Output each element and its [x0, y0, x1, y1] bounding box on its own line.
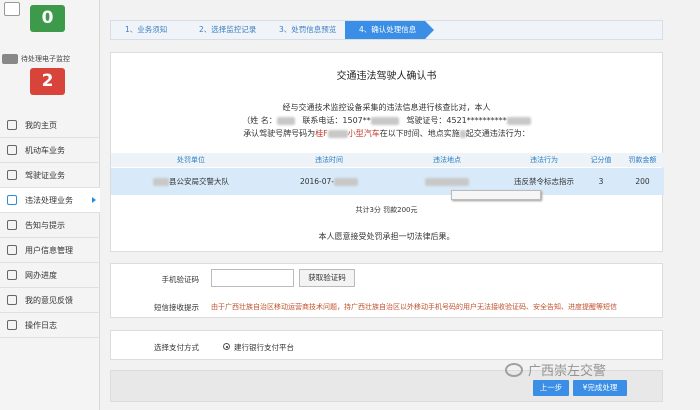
cell-points: 3 [598, 177, 604, 186]
sidebar-item-notice[interactable]: 告知与提示 [0, 213, 100, 238]
col-points: 记分值 [590, 156, 612, 164]
progress-icon [7, 270, 17, 280]
notice-line-2: （姓 名： 联系电话：1507** 驾驶证号：4521********** [111, 114, 662, 127]
name-label: （姓 名： [242, 116, 277, 125]
place-tooltip [451, 190, 541, 200]
payment-label: 选择支付方式 [154, 343, 199, 352]
sidebar-item-license[interactable]: 驾驶证业务 [0, 163, 100, 188]
redacted-time [334, 178, 359, 186]
watermark-text: 广西崇左交警 [528, 364, 607, 379]
camera-icon [7, 195, 17, 205]
sidebar-item-label: 用户信息管理 [25, 245, 73, 255]
time-text: 2016-07- [299, 177, 335, 186]
sidebar-item-log[interactable]: 操作日志 [0, 313, 100, 338]
sidebar-item-label: 我的主页 [25, 120, 57, 130]
payment-option-label[interactable]: 建行银行支付平台 [234, 342, 294, 353]
sidebar-item-label: 网办进度 [25, 270, 57, 280]
redacted-plate [327, 129, 348, 138]
count-badge-green[interactable]: 0 [30, 5, 65, 32]
step-1: 1、业务须知 [125, 25, 168, 34]
edit-icon[interactable] [4, 2, 20, 16]
sidebar-item-progress[interactable]: 网办进度 [0, 263, 100, 288]
panel-title: 交通违法驾驶人确认书 [336, 71, 437, 82]
confirmation-panel: 交通违法驾驶人确认书 经与交通技术监控设备采集的违法信息进行核查比对，本人 （姓… [110, 52, 664, 252]
pending-label: 待处理电子监控 [21, 55, 70, 63]
verification-code-input[interactable] [211, 269, 294, 287]
payment-radio[interactable] [223, 343, 230, 350]
chevron-right-icon [92, 197, 96, 203]
redacted-phone [370, 116, 399, 125]
col-unit: 处罚单位 [177, 156, 205, 164]
user-icon [7, 245, 17, 255]
id-card-icon [7, 170, 17, 180]
verification-panel: 手机验证码 获取验证码 短信接收提示 由于广西壮族自治区移动运营商技术问题，持广… [110, 263, 663, 318]
sidebar-item-label: 我的意见反馈 [25, 295, 73, 305]
sidebar-item-user-info[interactable]: 用户信息管理 [0, 238, 100, 263]
confirmation-notice: 经与交通技术监控设备采集的违法信息进行核查比对，本人 （姓 名： 联系电话：15… [111, 101, 662, 140]
col-place: 违法地点 [433, 156, 461, 164]
bell-icon [7, 220, 17, 230]
sidebar-item-home[interactable]: 我的主页 [0, 113, 100, 138]
finish-button[interactable]: ¥完成处理 [573, 380, 627, 396]
cell-action: 违反禁令标志指示 [514, 177, 574, 186]
cell-unit: 县公安局交警大队 [111, 176, 271, 187]
sidebar-nav: 我的主页 机动车业务 驾驶证业务 违法处理业务 告知与提示 用户信息管理 网办进… [0, 113, 100, 338]
cell-fine: 200 [635, 177, 650, 186]
redacted-name [276, 116, 295, 125]
unit-text: 县公安局交警大队 [169, 177, 229, 186]
camera-icon [2, 54, 18, 64]
phone-code-label: 手机验证码 [161, 275, 200, 284]
step-2: 2、选择监控记录 [199, 25, 257, 34]
sidebar-item-label: 机动车业务 [25, 145, 65, 155]
vehicle-type: 小型汽车 [347, 129, 380, 138]
sidebar-item-label: 违法处理业务 [25, 195, 73, 205]
payment-panel: 选择支付方式 建行银行支付平台 [110, 330, 663, 360]
redacted-count [459, 129, 466, 138]
step-3: 3、处罚信息预览 [279, 25, 337, 34]
pending-count-badge[interactable]: 2 [30, 68, 65, 95]
notice-line-3: 承认驾驶号牌号码为桂F 小型汽车在以下时间、地点实施 起交通违法行为： [111, 127, 662, 140]
watermark: 广西崇左交警 [505, 360, 606, 379]
cell-time: 2016-07- [271, 177, 387, 186]
cell-place [387, 177, 507, 186]
plate-prefix-text: 承认驾驶号牌号码为 [243, 129, 316, 138]
step-progress: 1、业务须知 2、选择监控记录 3、处罚信息预览 4、确认处理信息 [110, 20, 663, 40]
wechat-icon [505, 362, 523, 377]
plate-number: 桂F [315, 129, 328, 138]
get-code-button[interactable]: 获取验证码 [299, 269, 355, 287]
car-icon [7, 145, 17, 155]
sidebar-item-label: 驾驶证业务 [25, 170, 65, 180]
home-icon [7, 120, 17, 130]
sms-tip-text: 由于广西壮族自治区移动运营商技术问题，持广西壮族自治区以外移动手机号码的用户无法… [211, 303, 617, 311]
notice-line-1: 经与交通技术监控设备采集的违法信息进行核查比对，本人 [282, 103, 491, 112]
sidebar-item-feedback[interactable]: 我的意见反馈 [0, 288, 100, 313]
summary-text: 共计3分 罚款200元 [355, 206, 418, 214]
sidebar-item-label: 操作日志 [25, 320, 57, 330]
prev-step-button[interactable]: 上一步 [533, 380, 569, 396]
step-4-current: 4、确认处理信息 [345, 21, 434, 39]
log-icon [7, 320, 17, 330]
declaration-text: 本人愿意接受处罚承担一切法律后果。 [318, 232, 455, 241]
sidebar-item-vehicle[interactable]: 机动车业务 [0, 138, 100, 163]
col-action: 违法行为 [530, 156, 558, 164]
sidebar-item-label: 告知与提示 [25, 220, 65, 230]
location-text: 在以下时间、地点实施 [379, 129, 460, 138]
license-label: 驾驶证号：4521********** [406, 116, 507, 125]
sms-tip-label: 短信接收提示 [154, 303, 199, 312]
redacted-license [506, 116, 531, 125]
main-content: 1、业务须知 2、选择监控记录 3、处罚信息预览 4、确认处理信息 交通违法驾驶… [110, 0, 664, 410]
pending-monitor-row[interactable]: 待处理电子监控 [2, 52, 100, 66]
redacted-place [425, 178, 469, 186]
table-row[interactable]: 县公安局交警大队 2016-07- 违反禁令标志指示 3 200 [111, 168, 664, 195]
violation-text: 起交通违法行为： [465, 129, 530, 138]
feedback-icon [7, 295, 17, 305]
redacted-county [153, 178, 169, 186]
col-time: 违法时间 [315, 156, 343, 164]
col-fine: 罚款金额 [628, 156, 657, 164]
phone-label: 联系电话：1507** [302, 116, 371, 125]
table-header: 处罚单位 违法时间 违法地点 违法行为 记分值 罚款金额 [111, 153, 664, 167]
sidebar-item-violation[interactable]: 违法处理业务 [0, 188, 100, 213]
sidebar: 0 待处理电子监控 2 我的主页 机动车业务 驾驶证业务 违法处理业务 告知与提… [0, 0, 100, 410]
